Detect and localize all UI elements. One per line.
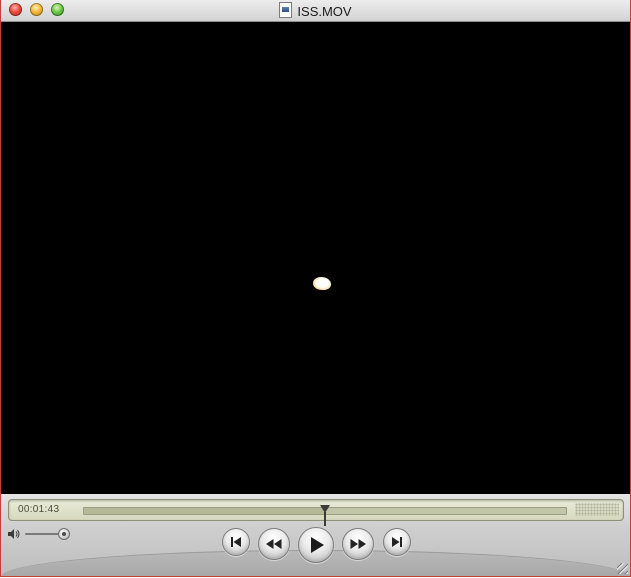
title-bar[interactable]: ISS.MOV (1, 0, 630, 22)
movie-document-icon (279, 2, 293, 18)
video-display[interactable] (1, 22, 630, 494)
space-station-light (313, 277, 331, 290)
playhead-handle[interactable] (320, 505, 330, 526)
go-to-start-button[interactable] (222, 528, 250, 556)
speaker-icon[interactable] (7, 528, 21, 540)
skip-to-end-icon (392, 537, 402, 547)
current-time: 00:01:43 (18, 504, 60, 515)
quicktime-window: ISS.MOV 00:01:43 (0, 0, 631, 577)
volume-slider[interactable] (25, 528, 70, 540)
resize-grip[interactable] (617, 563, 628, 574)
volume-knob[interactable] (58, 528, 70, 540)
scrubber-progress (84, 508, 325, 514)
go-to-end-button[interactable] (383, 528, 411, 556)
play-icon (311, 537, 324, 553)
window-title-container: ISS.MOV (1, 2, 630, 20)
lcd-dot-pattern (575, 503, 619, 516)
skip-to-start-icon (231, 537, 241, 547)
scrubber-track[interactable] (83, 505, 567, 526)
fast-forward-icon (350, 539, 366, 549)
play-button[interactable] (298, 527, 334, 563)
time-display-panel: 00:01:43 (8, 499, 624, 526)
rewind-icon (266, 539, 282, 549)
window-title: ISS.MOV (297, 4, 352, 19)
rewind-button[interactable] (258, 528, 290, 560)
fast-forward-button[interactable] (342, 528, 374, 560)
playback-controller: 00:01:43 (1, 494, 630, 576)
